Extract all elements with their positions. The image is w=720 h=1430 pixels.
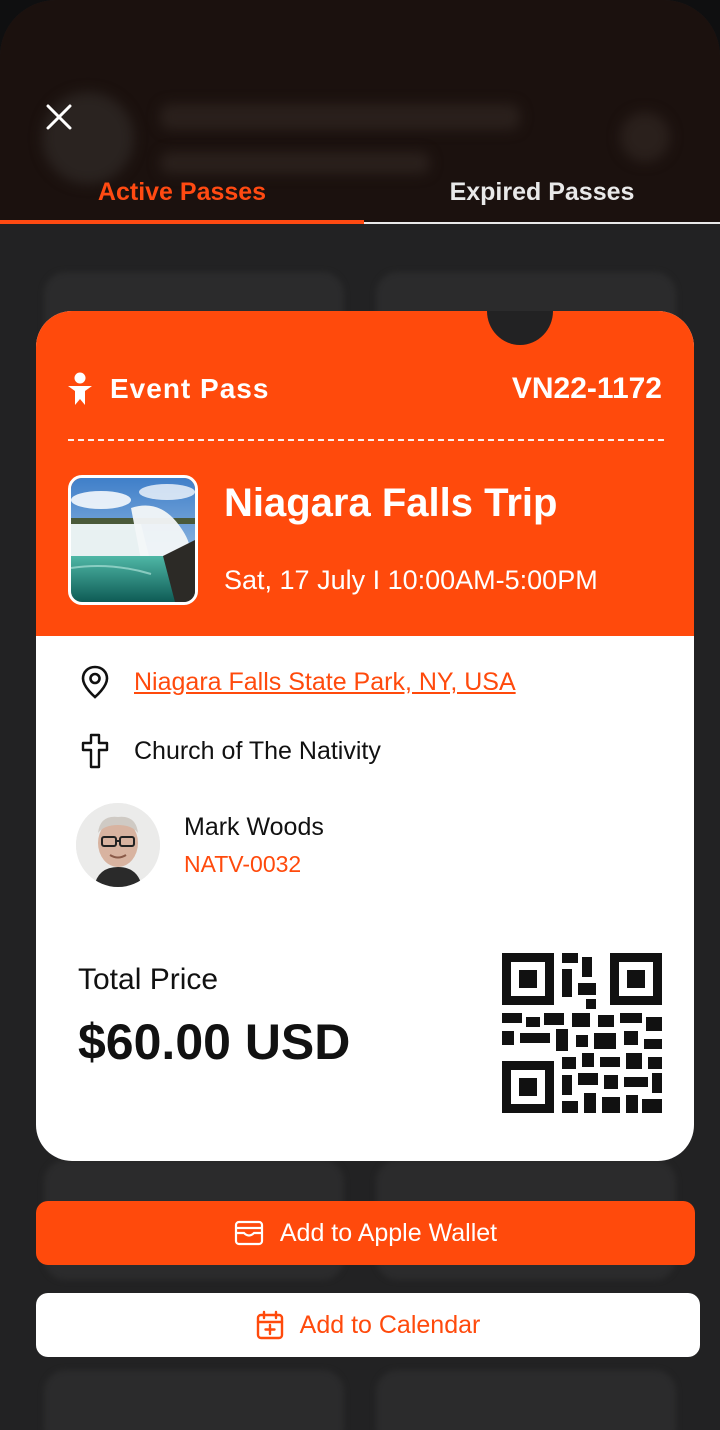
tab-active-passes[interactable]: Active Passes — [0, 160, 364, 224]
total-price-value: $60.00 USD — [78, 1014, 351, 1070]
person-icon — [68, 372, 92, 405]
add-to-wallet-button[interactable]: Add to Apple Wallet — [36, 1201, 695, 1265]
church-row: Church of The Nativity — [78, 731, 381, 771]
close-button[interactable] — [38, 96, 80, 138]
event-title: Niagara Falls Trip — [224, 481, 558, 525]
person-id: NATV-0032 — [184, 851, 302, 877]
blurred-icon — [620, 112, 670, 162]
person-name: Mark Woods — [184, 813, 324, 841]
pass-header: Event Pass VN22-1172 Niagara Falls Trip … — [36, 311, 694, 636]
calendar-add-icon — [256, 1310, 283, 1340]
background-card — [376, 1370, 676, 1430]
pass-type: Event Pass — [66, 369, 269, 409]
ticket-notch — [487, 311, 553, 345]
qr-code — [502, 953, 662, 1113]
avatar — [76, 803, 160, 887]
total-price-label: Total Price — [78, 963, 219, 996]
active-tab-indicator — [0, 220, 364, 224]
tab-divider — [364, 222, 720, 224]
pass-tabs: Active Passes Expired Passes — [0, 160, 720, 224]
add-to-calendar-label: Add to Calendar — [299, 1310, 481, 1339]
wallet-icon — [234, 1220, 263, 1246]
location-pin-icon — [78, 662, 112, 702]
blurred-text — [160, 104, 520, 130]
location-row: Niagara Falls State Park, NY, USA — [78, 662, 516, 702]
pass-code: VN22-1172 — [511, 372, 662, 405]
add-to-calendar-button[interactable]: Add to Calendar — [36, 1293, 700, 1357]
cross-icon — [78, 731, 112, 771]
location-link[interactable]: Niagara Falls State Park, NY, USA — [134, 668, 516, 697]
close-icon — [46, 104, 72, 130]
add-to-wallet-label: Add to Apple Wallet — [279, 1218, 498, 1247]
event-pass-card: Event Pass VN22-1172 Niagara Falls Trip … — [36, 311, 694, 1161]
pass-screen: Active Passes Expired Passes Event Pass … — [0, 0, 720, 1430]
event-image — [68, 475, 198, 605]
church-name: Church of The Nativity — [134, 736, 381, 765]
tab-expired-passes[interactable]: Expired Passes — [364, 160, 720, 224]
pass-type-label: Event Pass — [110, 373, 270, 404]
background-card — [44, 1370, 344, 1430]
dashed-divider — [68, 439, 664, 441]
event-time: Sat, 17 July I 10:00AM-5:00PM — [224, 565, 598, 595]
